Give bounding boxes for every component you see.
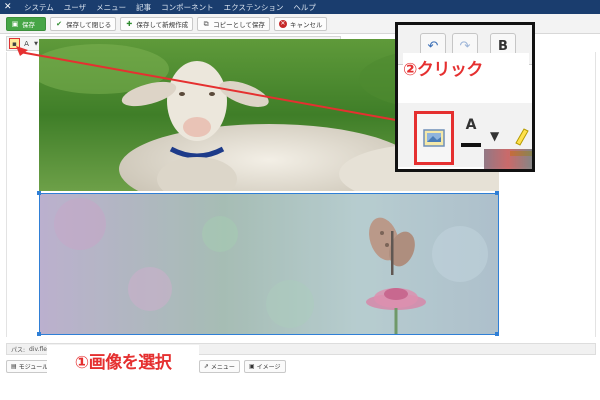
font-color-button-zoomed[interactable]: A [458,117,484,157]
module-label: モジュール [18,364,49,371]
highlight-pen-icon [515,128,529,146]
font-color-bar [461,143,481,147]
toolbar-zoom-inset: ↶ ↷ B A ▼ [395,22,535,172]
image-label: イメージ [256,364,281,371]
annotation-click: ②クリック [403,53,529,81]
annotation-select-image: ①画像を選択 [47,345,199,375]
menu-label: メニュー [210,364,235,371]
inset-background-blur [484,149,532,169]
font-color-caret-zoomed-icon[interactable]: ▼ [490,129,499,143]
insert-image-button-zoomed[interactable] [414,111,454,165]
menu-link-icon: ⇗ [203,363,209,370]
module-icon: ▤ [11,363,17,370]
font-color-label: A [465,117,477,133]
menu-button[interactable]: ⇗ メニュー [198,360,240,373]
image-button[interactable]: ▣ イメージ [243,360,286,373]
path-prefix: パス: [11,346,26,354]
image-icon: ▣ [248,363,255,370]
image-icon-zoomed [423,129,445,147]
